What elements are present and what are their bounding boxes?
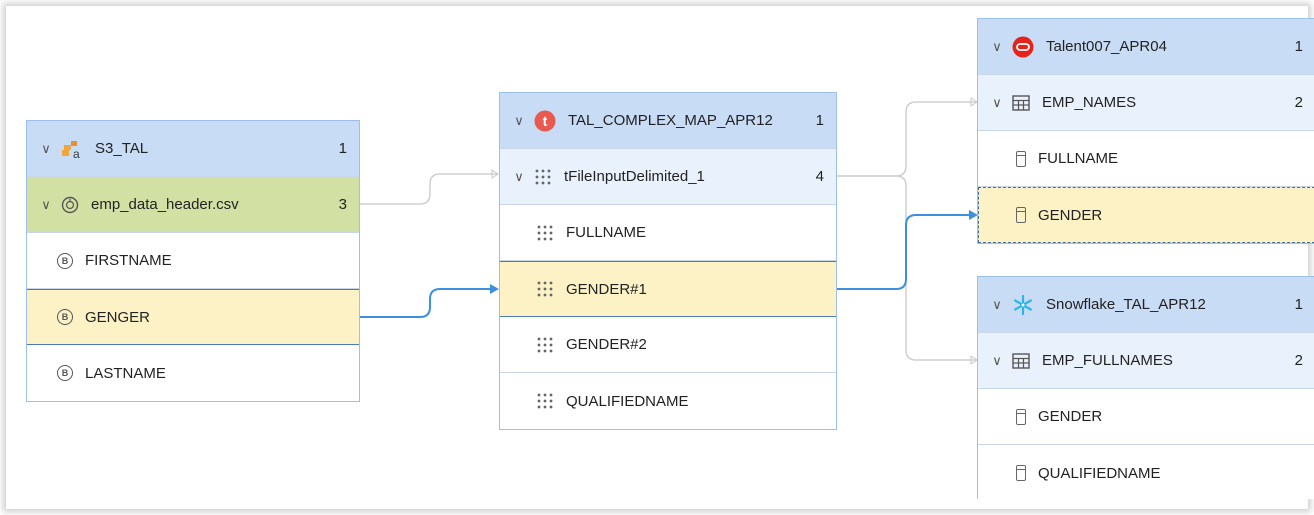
oracle-connection-row[interactable]: ∨ Talent007_APR04 1 (978, 19, 1314, 75)
mapping-field-qualifiedname[interactable]: QUALIFIEDNAME (500, 373, 836, 429)
s3-connection-label: S3_TAL (95, 140, 149, 157)
chevron-down-icon[interactable]: ∨ (990, 95, 1004, 111)
table-icon (1012, 94, 1030, 111)
svg-text:a: a (73, 147, 80, 159)
field-label: GENDER#2 (566, 336, 647, 353)
chevron-down-icon[interactable]: ∨ (990, 353, 1004, 369)
oracle-icon (1012, 36, 1034, 58)
field-row-genger[interactable]: B GENGER (27, 289, 359, 345)
wire-gender1-to-gender (836, 214, 975, 290)
table-icon (1012, 352, 1030, 369)
grid-dots-icon (536, 335, 554, 354)
chevron-down-icon[interactable]: ∨ (512, 113, 526, 129)
csv-file-count: 3 (338, 196, 347, 213)
field-label: GENDER#1 (566, 280, 647, 298)
emp-fullnames-count: 2 (1294, 352, 1303, 369)
binary-field-icon: B (57, 309, 73, 325)
grid-dots-icon (536, 392, 554, 410)
snowflake-icon (1012, 294, 1034, 316)
column-icon (1016, 465, 1026, 481)
emp-fullnames-table-row[interactable]: ∨ EMP_FULLNAMES 2 (978, 333, 1314, 389)
field-row-firstname[interactable]: B FIRSTNAME (27, 233, 359, 289)
file-format-icon (61, 196, 79, 214)
binary-field-icon: B (57, 252, 73, 269)
mapping-label: TAL_COMPLEX_MAP_APR12 (568, 112, 773, 129)
target-node-oracle: ∨ Talent007_APR04 1 ∨ EMP_NAMES 2 FULLNA… (977, 18, 1314, 244)
oracle-column-gender[interactable]: GENDER (978, 187, 1314, 243)
chevron-down-icon[interactable]: ∨ (39, 197, 53, 213)
s3-connection-count: 1 (338, 140, 347, 157)
chevron-down-icon[interactable]: ∨ (990, 297, 1004, 313)
csv-file-label: emp_data_header.csv (91, 196, 239, 213)
field-label: FULLNAME (566, 224, 647, 241)
snowflake-column-qualifiedname[interactable]: QUALIFIEDNAME (978, 445, 1314, 499)
oracle-connection-label: Talent007_APR04 (1046, 38, 1167, 55)
grid-dots-icon (536, 223, 554, 242)
oracle-column-fullname[interactable]: FULLNAME (978, 131, 1314, 187)
csv-file-row[interactable]: ∨ emp_data_header.csv 3 (27, 177, 359, 233)
mapping-field-gender2[interactable]: GENDER#2 (500, 317, 836, 373)
grid-dots-icon (534, 167, 552, 186)
column-label: GENDER (1038, 408, 1103, 425)
emp-names-label: EMP_NAMES (1042, 94, 1137, 111)
mapping-field-gender1[interactable]: GENDER#1 (500, 261, 836, 317)
column-label: GENDER (1038, 206, 1103, 224)
chevron-down-icon[interactable]: ∨ (512, 169, 526, 185)
binary-field-icon: B (57, 365, 73, 381)
mapping-count: 1 (815, 112, 824, 129)
field-row-lastname[interactable]: B LASTNAME (27, 345, 359, 401)
lineage-canvas: ∨ a S3_TAL 1 ∨ emp_data_header.csv 3 B F… (0, 0, 1314, 515)
target-node-snowflake: ∨ Snowflake_TAL_APR12 1 ∨ EMP_FULLNAMES … (977, 276, 1314, 499)
snowflake-column-gender[interactable]: GENDER (978, 389, 1314, 445)
grid-dots-icon (536, 280, 554, 298)
field-label: GENGER (85, 308, 151, 326)
aws-s3-icon: a (61, 139, 83, 159)
column-icon (1016, 408, 1026, 425)
field-label: QUALIFIEDNAME (566, 392, 689, 410)
snowflake-connection-row[interactable]: ∨ Snowflake_TAL_APR12 1 (978, 277, 1314, 333)
field-label: FIRSTNAME (85, 252, 172, 269)
snowflake-connection-count: 1 (1294, 296, 1303, 313)
emp-fullnames-label: EMP_FULLNAMES (1042, 352, 1173, 369)
source-node-s3: ∨ a S3_TAL 1 ∨ emp_data_header.csv 3 B F… (26, 120, 360, 402)
wire-file-to-component (358, 173, 498, 205)
mapping-header-row[interactable]: ∨ t TAL_COMPLEX_MAP_APR12 1 (500, 93, 836, 149)
talend-icon-letter: t (543, 113, 548, 129)
wire-component-to-emp-names (836, 101, 977, 177)
column-label: QUALIFIEDNAME (1038, 464, 1161, 482)
column-label: FULLNAME (1038, 150, 1119, 167)
emp-names-table-row[interactable]: ∨ EMP_NAMES 2 (978, 75, 1314, 131)
oracle-connection-count: 1 (1294, 38, 1303, 55)
wire-arrowhead (490, 284, 499, 294)
emp-names-count: 2 (1294, 94, 1303, 111)
column-icon (1016, 150, 1026, 167)
component-label: tFileInputDelimited_1 (564, 168, 705, 185)
column-icon (1016, 207, 1026, 223)
chevron-down-icon[interactable]: ∨ (39, 141, 53, 157)
component-count: 4 (815, 168, 824, 185)
talend-icon: t (534, 110, 556, 132)
mapping-node: ∨ t TAL_COMPLEX_MAP_APR12 1 ∨ tFileInput… (499, 92, 837, 430)
snowflake-connection-label: Snowflake_TAL_APR12 (1046, 296, 1206, 313)
s3-connection-row[interactable]: ∨ a S3_TAL 1 (27, 121, 359, 177)
mapping-field-fullname[interactable]: FULLNAME (500, 205, 836, 261)
wire-genger-to-gender1 (358, 288, 496, 318)
chevron-down-icon[interactable]: ∨ (990, 39, 1004, 55)
component-row[interactable]: ∨ tFileInputDelimited_1 4 (500, 149, 836, 205)
field-label: LASTNAME (85, 364, 166, 382)
